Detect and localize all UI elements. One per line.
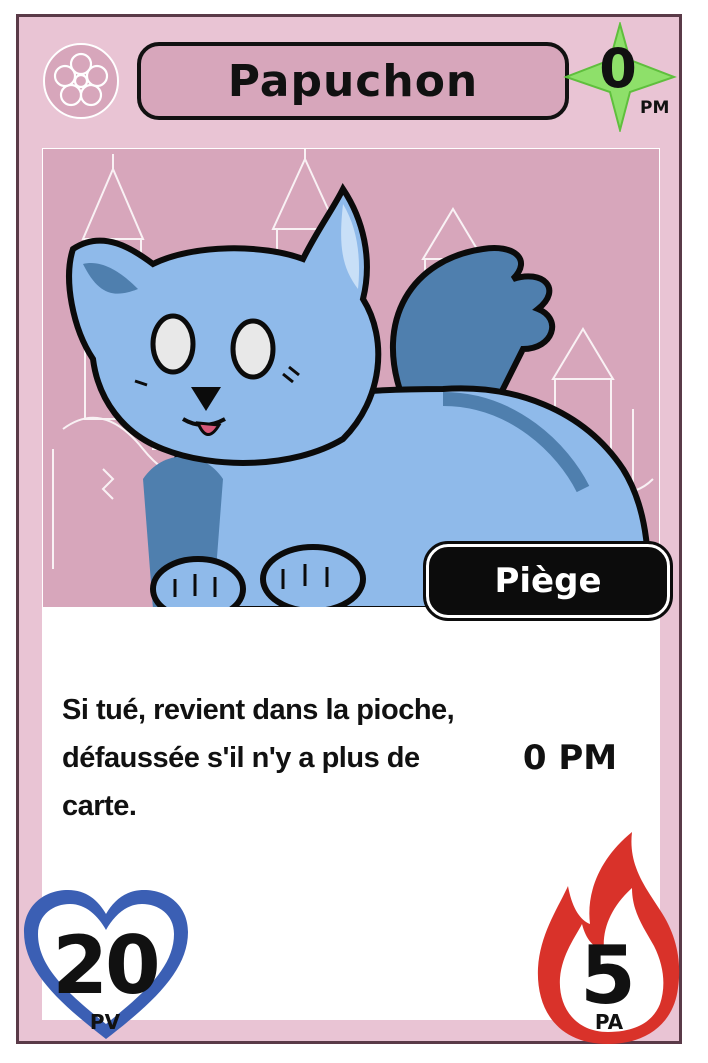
hp-value: 20: [52, 919, 160, 1012]
type-badge: Piège: [423, 541, 673, 621]
mana-value: 0: [599, 37, 637, 100]
ability-cost: 0 PM: [522, 738, 618, 778]
card-title-box: Papuchon: [137, 42, 569, 120]
attack-value: 5: [580, 929, 636, 1022]
card-type: Piège: [494, 561, 602, 601]
card-artwork: [42, 148, 660, 608]
attack-unit: PA: [594, 1010, 624, 1034]
hp-unit: PV: [89, 1010, 121, 1034]
ability-text: Si tué, revient dans la pioche, défaussé…: [62, 694, 455, 822]
flower-icon: [42, 42, 120, 120]
card-name: Papuchon: [227, 55, 479, 107]
mana-unit: PM: [640, 98, 670, 118]
